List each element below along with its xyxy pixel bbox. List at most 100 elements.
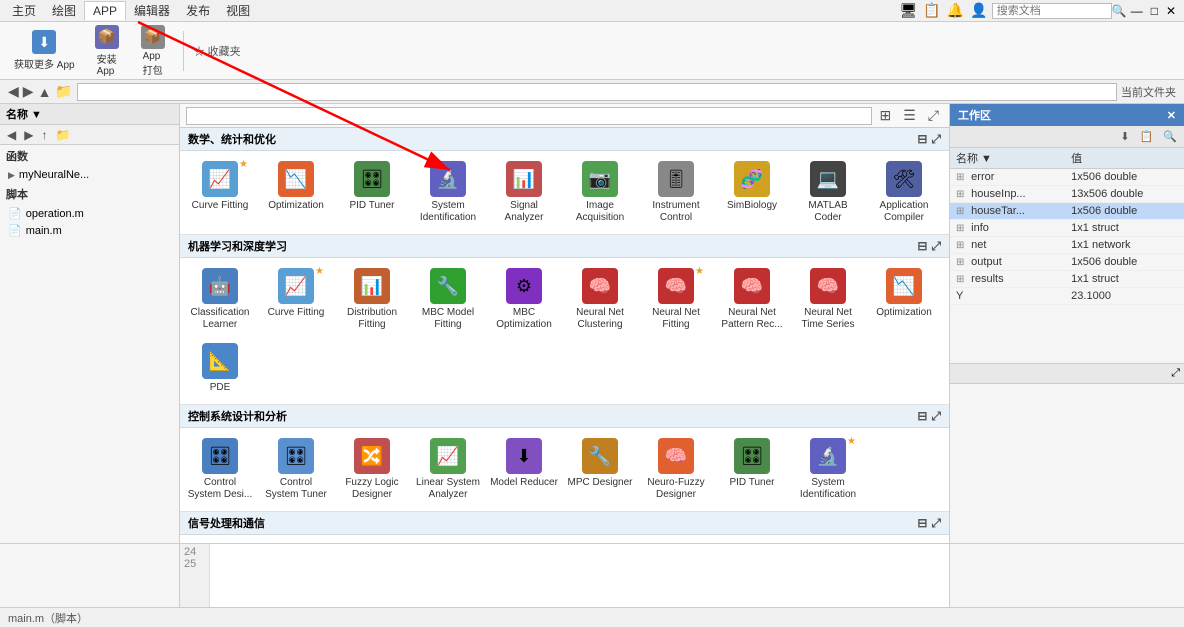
section-control-collapse[interactable]: ⊟ xyxy=(917,409,927,424)
minimize-button[interactable]: — xyxy=(1127,4,1147,18)
ws-btn-2[interactable]: 📋 xyxy=(1137,129,1157,144)
list-view-button[interactable]: ☰ xyxy=(899,106,920,125)
nav-up-button[interactable]: ▲ xyxy=(38,84,52,100)
star-icon[interactable]: ★ xyxy=(847,436,856,447)
script-main-label: main.m xyxy=(26,225,62,237)
star-icon[interactable]: ★ xyxy=(239,159,248,170)
get-more-apps-button[interactable]: ⬇ 获取更多 App xyxy=(8,26,81,75)
app-sys-id-2[interactable]: ★ 🔬 System Identification xyxy=(792,434,864,505)
nav-forward-button[interactable]: ▶ xyxy=(23,83,34,100)
star-icon[interactable]: ★ xyxy=(315,266,324,277)
left-toolbar-btn-4[interactable]: 📁 xyxy=(52,127,73,143)
section-control-expand[interactable]: ⤢ xyxy=(931,409,941,424)
app-simbiology[interactable]: 🧬 SimBiology xyxy=(716,157,788,228)
workspace-row[interactable]: ⊞ houseInp...13x506 double xyxy=(950,186,1184,203)
app-dist-fitting[interactable]: 📊 Distribution Fitting xyxy=(336,264,408,335)
app-control-sys-tuner[interactable]: 🎛 Control System Tuner xyxy=(260,434,332,505)
ws-btn-1[interactable]: ⬇ xyxy=(1117,129,1132,144)
workspace-row[interactable]: ⊞ info1x1 struct xyxy=(950,220,1184,237)
app-signal-analyzer-1[interactable]: 📊 Signal Analyzer xyxy=(488,157,560,228)
workspace-row[interactable]: ⊞ net1x1 network xyxy=(950,237,1184,254)
section-signal-expand[interactable]: ⤢ xyxy=(931,516,941,531)
menu-plot[interactable]: 绘图 xyxy=(44,0,84,21)
section-collapse-icon[interactable]: ⊟ xyxy=(917,132,927,147)
left-toolbar-btn-3[interactable]: ↑ xyxy=(38,127,50,143)
app-mbc-opt[interactable]: ⚙ MBC Optimization xyxy=(488,264,560,335)
app-lte-downlink[interactable]: 📶 LTE Downlink RMC Gene... xyxy=(488,541,560,543)
app-eye-diagram[interactable]: 👁 Eye Diagram Scope xyxy=(260,541,332,543)
install-app-button[interactable]: 📦 安装App xyxy=(87,21,127,81)
close-button[interactable]: ✕ xyxy=(1162,4,1180,18)
menu-editor[interactable]: 编辑器 xyxy=(126,0,178,21)
app-model-reducer[interactable]: ⬇ Model Reducer xyxy=(488,434,560,505)
nav-browse-button[interactable]: 📁 xyxy=(55,83,72,100)
app-label: Neural Net Fitting xyxy=(642,307,710,331)
app-curve-fitting-1[interactable]: ★ 📈 Curve Fitting xyxy=(184,157,256,228)
left-toolbar-btn-2[interactable]: ▶ xyxy=(21,127,36,143)
search-docs-input[interactable] xyxy=(992,3,1112,19)
workspace-row[interactable]: ⊞ houseTar...1x506 double xyxy=(950,203,1184,220)
app-lte-throughput[interactable]: 📶 LTE Throughput... xyxy=(640,541,712,543)
workspace-row[interactable]: Y23.1000 xyxy=(950,288,1184,305)
app-bit-error[interactable]: 📡 Bit Error Rate Analysis xyxy=(184,541,256,543)
function-item-1[interactable]: ▶ myNeuralNe... xyxy=(0,167,179,183)
app-nn-fitting[interactable]: ★ 🧠 Neural Net Fitting xyxy=(640,264,712,335)
section-expand-icon[interactable]: ⤢ xyxy=(931,132,941,147)
script-item-operation[interactable]: 📄 operation.m xyxy=(0,205,179,222)
workspace-var-value: 1x506 double xyxy=(1065,254,1184,271)
maximize-button[interactable]: □ xyxy=(1147,4,1162,18)
app-optimization-1[interactable]: 📉 Optimization xyxy=(260,157,332,228)
app-app-compiler[interactable]: 🛠 Application Compiler xyxy=(868,157,940,228)
workspace-row[interactable]: ⊞ output1x506 double xyxy=(950,254,1184,271)
app-mbc-model[interactable]: 🔧 MBC Model Fitting xyxy=(412,264,484,335)
app-nn-timeseries[interactable]: 🧠 Neural Net Time Series xyxy=(792,264,864,335)
app-control-sys-design[interactable]: 🎛 Control System Desi... xyxy=(184,434,256,505)
workspace-row[interactable]: ⊞ error1x506 double xyxy=(950,169,1184,186)
left-toolbar-btn-1[interactable]: ◀ xyxy=(4,127,19,143)
app-lte-uplink[interactable]: 📶 LTE Uplink RMC Gene... xyxy=(716,541,788,543)
app-pde[interactable]: 📐 PDE xyxy=(184,339,256,398)
section-ml-expand[interactable]: ⤢ xyxy=(931,239,941,254)
app-fuzzy[interactable]: 🔀 Fuzzy Logic Designer xyxy=(336,434,408,505)
ws-btn-3[interactable]: 🔍 xyxy=(1160,129,1180,144)
app-curve-fitting-2[interactable]: ★ 📈 Curve Fitting xyxy=(260,264,332,335)
app-classification[interactable]: 🤖 Classification Learner xyxy=(184,264,256,335)
star-icon[interactable]: ★ xyxy=(695,266,704,277)
package-app-button[interactable]: 📦 App打包 xyxy=(133,21,173,81)
app-lte-test[interactable]: 📶 LTE Test Model Gene... xyxy=(564,541,636,543)
app-matlab-coder[interactable]: 💻 MATLAB Coder xyxy=(792,157,864,228)
menu-publish[interactable]: 发布 xyxy=(178,0,218,21)
grid-view-button[interactable]: ⊞ xyxy=(876,106,896,125)
expand-all-button[interactable]: ⤢ xyxy=(924,106,943,125)
app-neuro-fuzzy[interactable]: 🧠 Neuro-Fuzzy Designer xyxy=(640,434,712,505)
script-item-main[interactable]: 📄 main.m xyxy=(0,222,179,239)
editor-content[interactable] xyxy=(210,544,949,607)
nav-back-button[interactable]: ◀ xyxy=(8,83,19,100)
app-filter-builder[interactable]: 🔧 Filter Builder xyxy=(336,541,408,543)
detail-expand-btn[interactable]: ⤢ xyxy=(1171,367,1180,380)
app-system-id-1[interactable]: 🔬 System Identification xyxy=(412,157,484,228)
app-pid-tuner-1[interactable]: 🎛 PID Tuner xyxy=(336,157,408,228)
app-radar-eq[interactable]: 📡 Radar Equation Ca... xyxy=(792,541,864,543)
menu-home[interactable]: 主页 xyxy=(4,0,44,21)
app-label: Application Compiler xyxy=(870,200,938,224)
app-nn-pattern[interactable]: 🧠 Neural Net Pattern Rec... xyxy=(716,264,788,335)
app-nn-cluster[interactable]: 🧠 Neural Net Clustering xyxy=(564,264,636,335)
app-radar-waveform[interactable]: 📡 Radar Waveform... xyxy=(868,541,940,543)
app-pid-tuner-2[interactable]: 🎛 PID Tuner xyxy=(716,434,788,505)
menu-view[interactable]: 视图 xyxy=(218,0,258,21)
section-ml-collapse[interactable]: ⊟ xyxy=(917,239,927,254)
path-input[interactable] xyxy=(77,83,1117,101)
workspace-row[interactable]: ⊞ results1x1 struct xyxy=(950,271,1184,288)
app-instrument-1[interactable]: 🎚 Instrument Control xyxy=(640,157,712,228)
section-signal-collapse[interactable]: ⊟ xyxy=(917,516,927,531)
app-linear-sys[interactable]: 📈 Linear System Analyzer xyxy=(412,434,484,505)
app-search-input[interactable] xyxy=(186,107,872,125)
workspace-close-button[interactable]: ✕ xyxy=(1167,109,1176,122)
menu-app[interactable]: APP xyxy=(84,1,126,20)
app-image-acq-1[interactable]: 📷 Image Acquisition xyxy=(564,157,636,228)
app-filter-designer[interactable]: 🔧 Filter Designer xyxy=(412,541,484,543)
app-mpc[interactable]: 🔧 MPC Designer xyxy=(564,434,636,505)
app-optimization-2[interactable]: 📉 Optimization xyxy=(868,264,940,335)
search-docs-icon[interactable]: 🔍 xyxy=(1112,4,1127,18)
